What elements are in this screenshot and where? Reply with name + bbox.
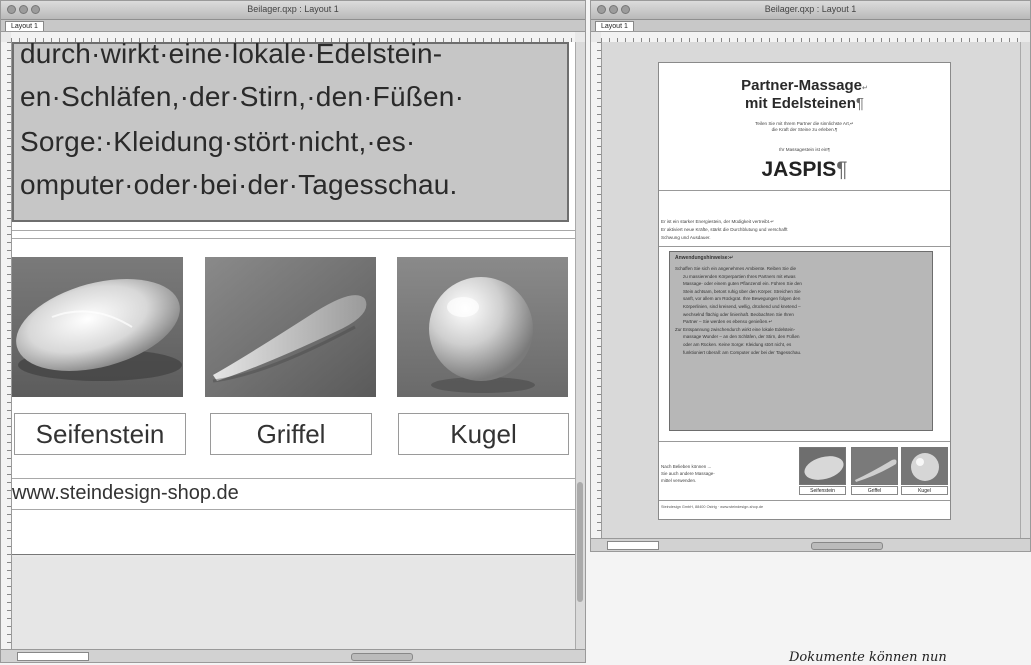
left-window-title: Beilager.qxp : Layout 1 bbox=[247, 4, 339, 14]
text-line: omputer·oder·bei·der·Tagesschau. bbox=[20, 169, 458, 200]
text-line: en·Schläfen,·der·Stirn,·den·Füßen· bbox=[20, 81, 465, 112]
vertical-scrollbar[interactable] bbox=[575, 42, 585, 649]
right-window-title: Beilager.qxp : Layout 1 bbox=[764, 4, 857, 14]
usage-box[interactable]: Anwendungshinweise:↵ Schaffen Sie sich e… bbox=[669, 251, 933, 431]
description-line-3: Schwung und Ausdauer. bbox=[661, 235, 711, 240]
caption-sphere[interactable]: Kugel bbox=[398, 413, 569, 455]
stone-intro: Ihr Massagestein ist ein¶ bbox=[779, 147, 830, 152]
right-document-window: Beilager.qxp : Layout 1 Layout 1 Partner… bbox=[590, 0, 1031, 552]
intro-line-2: die Kraft der Steine zu erleben.¶ bbox=[771, 127, 838, 132]
flyer-page[interactable]: Partner-Massage↵ mit Edelsteinen¶ Teilen… bbox=[658, 62, 951, 520]
description-line-1: Er ist ein starker Energiestein, der Müd… bbox=[661, 219, 775, 224]
paragraph-mark: ¶ bbox=[836, 158, 848, 181]
right-status-bar bbox=[591, 538, 1030, 551]
note-text: Nach Belieben können ... Sie auch andere… bbox=[661, 463, 771, 484]
headline-text: mit Edelsteinen bbox=[745, 95, 856, 112]
stone-name-text: JASPIS bbox=[761, 158, 837, 181]
usage-text: Schaffen Sie sich ein angenehmes Ambient… bbox=[675, 265, 927, 356]
zoom-page-field[interactable] bbox=[17, 652, 89, 661]
tab-layout-1[interactable]: Layout 1 bbox=[5, 21, 44, 31]
usage-line: Körperlinien, sind kreisend, wellig, drü… bbox=[683, 303, 801, 309]
sphere-stone-image[interactable] bbox=[397, 257, 568, 397]
left-layout-tabbar: Layout 1 bbox=[1, 20, 585, 32]
caption-stylus[interactable]: Griffel bbox=[210, 413, 372, 455]
usage-line: Schaffen Sie sich ein angenehmes Ambient… bbox=[675, 266, 796, 271]
text-line: Sorge:·Kleidung·stört·nicht,·es· bbox=[20, 126, 416, 157]
usage-line: Partner – Sie werden es ebenso genießen.… bbox=[683, 319, 773, 325]
guide-line bbox=[12, 238, 575, 239]
usage-line: oder am Rücken. Keine Sorge: Kleidung st… bbox=[683, 341, 792, 347]
stylus-stone-image[interactable] bbox=[205, 257, 376, 397]
left-document-window: Beilager.qxp : Layout 1 Layout 1 durch·w… bbox=[0, 0, 586, 663]
sphere-stone-thumbnail[interactable] bbox=[901, 447, 948, 485]
horizontal-scrollbar[interactable] bbox=[351, 653, 413, 661]
page-canvas: Partner-Massage↵ mit Edelsteinen¶ Teilen… bbox=[602, 42, 1020, 538]
usage-line: wechselnd flächig oder linienhaft. Beoba… bbox=[683, 311, 794, 317]
vertical-ruler bbox=[1, 42, 12, 649]
headline-text: Partner-Massage bbox=[741, 77, 862, 94]
horizontal-scrollbar[interactable] bbox=[811, 542, 883, 550]
soap-stone-image[interactable] bbox=[12, 257, 183, 397]
usage-line: funktioniert überall: am Computer oder b… bbox=[683, 349, 802, 355]
note-line: Sie auch andere Massage- bbox=[661, 471, 715, 476]
website-url: www.steindesign-shop.de bbox=[12, 482, 239, 504]
usage-line: zu massierenden Körperpartien Ihres Part… bbox=[683, 273, 796, 279]
zoom-page-field[interactable] bbox=[607, 541, 659, 550]
caption-soap-stone[interactable]: Seifenstein bbox=[14, 413, 186, 455]
headline-line-1: Partner-Massage↵ bbox=[659, 77, 950, 94]
flyer-footer: Steindesign GmbH, 88400 Ostrig · www.ste… bbox=[661, 505, 764, 509]
zoomed-page: durch·wirkt·eine·lokale·Edelstein- en·Sc… bbox=[12, 42, 577, 555]
vertical-ruler bbox=[591, 42, 602, 538]
guide-line bbox=[659, 190, 950, 191]
thumbnail-caption-sphere[interactable]: Kugel bbox=[901, 486, 948, 495]
usage-heading: Anwendungshinweise:↵ bbox=[675, 255, 734, 261]
text-box[interactable]: durch·wirkt·eine·lokale·Edelstein- en·Sc… bbox=[12, 42, 569, 222]
thumbnail-caption-stylus[interactable]: Griffel bbox=[851, 486, 898, 495]
stylus-stone-thumbnail[interactable] bbox=[851, 447, 898, 485]
guide-line bbox=[659, 246, 950, 247]
guide-line bbox=[12, 230, 575, 231]
paragraph-mark: ¶ bbox=[855, 95, 864, 112]
right-window-titlebar[interactable]: Beilager.qxp : Layout 1 bbox=[591, 1, 1030, 20]
usage-line: Massage- oder einem guten Pflanzenöl ein… bbox=[683, 281, 802, 287]
thumbnail-caption-soap-stone[interactable]: Seifenstein bbox=[799, 486, 846, 495]
scroll-thumb[interactable] bbox=[577, 482, 583, 602]
note-line: Nach Belieben können ... bbox=[661, 464, 712, 469]
guide-line bbox=[659, 500, 950, 501]
usage-line: massage Wunder – an den Schläfen, der St… bbox=[683, 334, 800, 340]
usage-line: Zur Entspannung zwischendurch wirkt eine… bbox=[675, 326, 796, 332]
headline-line-2: mit Edelsteinen¶ bbox=[659, 95, 950, 112]
usage-line: sanft, vor allem am Rückgrat. Ihre Beweg… bbox=[683, 296, 801, 302]
guide-line bbox=[12, 554, 575, 555]
note-line: mittel verwenden. bbox=[661, 478, 697, 483]
vertical-scrollbar[interactable] bbox=[1020, 42, 1030, 538]
left-status-bar bbox=[1, 649, 585, 662]
usage-line: Stein achtsam, betont ruhig über den Kör… bbox=[683, 288, 801, 294]
pasteboard bbox=[12, 557, 575, 651]
soap-stone-thumbnail[interactable] bbox=[799, 447, 846, 485]
guide-line bbox=[12, 478, 575, 479]
guide-line bbox=[12, 509, 575, 510]
text-line: durch·wirkt·eine·lokale·Edelstein- bbox=[20, 42, 443, 69]
right-layout-tabbar: Layout 1 bbox=[591, 20, 1030, 32]
tab-layout-1[interactable]: Layout 1 bbox=[595, 21, 634, 31]
line-break-mark: ↵ bbox=[862, 85, 868, 92]
left-window-titlebar[interactable]: Beilager.qxp : Layout 1 bbox=[1, 1, 585, 20]
stone-name: JASPIS¶ bbox=[659, 158, 950, 182]
description-line-2: Er aktiviert neue Kräfte, stärkt die Dur… bbox=[661, 227, 788, 232]
guide-line bbox=[659, 441, 950, 442]
